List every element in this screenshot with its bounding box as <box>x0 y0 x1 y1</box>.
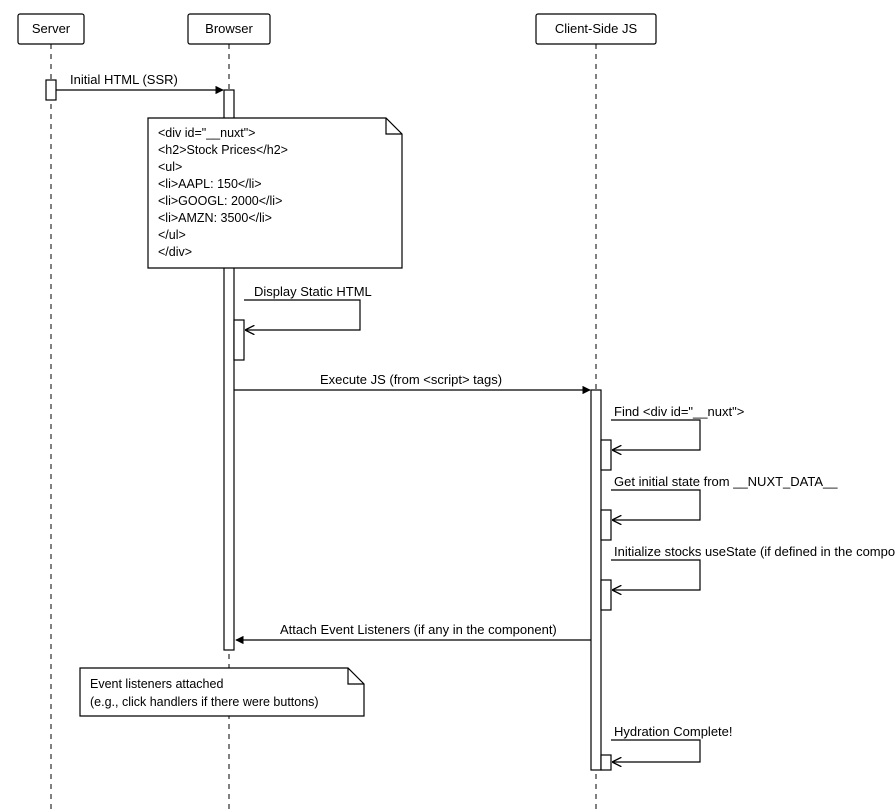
svg-text:<h2>Stock Prices</h2>: <h2>Stock Prices</h2> <box>158 143 288 157</box>
msg-display-static-label: Display Static HTML <box>254 284 372 299</box>
msg-display-static: Display Static HTML <box>234 284 372 360</box>
client-js-activation <box>591 390 601 770</box>
participant-server: Server <box>18 14 84 810</box>
msg-initial-html-label: Initial HTML (SSR) <box>70 72 178 87</box>
participant-server-label: Server <box>32 21 71 36</box>
participant-browser-label: Browser <box>205 21 253 36</box>
svg-text:<ul>: <ul> <box>158 160 182 174</box>
msg-hydration-complete: Hydration Complete! <box>601 724 733 770</box>
note-event-listeners: Event listeners attached (e.g., click ha… <box>80 668 364 716</box>
msg-initial-html: Initial HTML (SSR) <box>56 72 223 90</box>
msg-attach-listeners: Attach Event Listeners (if any in the co… <box>236 622 591 640</box>
svg-text:<li>GOOGL: 2000</li>: <li>GOOGL: 2000</li> <box>158 194 282 208</box>
msg-execute-js: Execute JS (from <script> tags) <box>234 372 590 390</box>
note-ssr-html: <div id="__nuxt"> <h2>Stock Prices</h2> … <box>148 118 402 268</box>
svg-text:Event listeners attached: Event listeners attached <box>90 677 223 691</box>
msg-execute-js-label: Execute JS (from <script> tags) <box>320 372 502 387</box>
svg-text:<li>AAPL: 150</li>: <li>AAPL: 150</li> <box>158 177 262 191</box>
svg-text:(e.g., click handlers if there: (e.g., click handlers if there were butt… <box>90 695 319 709</box>
svg-text:<div id="__nuxt">: <div id="__nuxt"> <box>158 126 256 140</box>
msg-find-div: Find <div id="__nuxt"> <box>601 404 744 470</box>
svg-text:</div>: </div> <box>158 245 192 259</box>
server-activation <box>46 80 56 100</box>
participant-client-js-label: Client-Side JS <box>555 21 638 36</box>
svg-text:</ul>: </ul> <box>158 228 186 242</box>
msg-hydration-complete-label: Hydration Complete! <box>614 724 733 739</box>
svg-text:<li>AMZN: 3500</li>: <li>AMZN: 3500</li> <box>158 211 272 225</box>
sequence-diagram: Server Browser Client-Side JS Initial HT… <box>0 0 895 812</box>
msg-attach-listeners-label: Attach Event Listeners (if any in the co… <box>280 622 557 637</box>
msg-get-state-label: Get initial state from __NUXT_DATA__ <box>614 474 838 489</box>
msg-init-stocks: Initialize stocks useState (if defined i… <box>601 544 895 610</box>
msg-init-stocks-label: Initialize stocks useState (if defined i… <box>614 544 895 559</box>
msg-find-div-label: Find <div id="__nuxt"> <box>614 404 744 419</box>
msg-get-state: Get initial state from __NUXT_DATA__ <box>601 474 838 540</box>
